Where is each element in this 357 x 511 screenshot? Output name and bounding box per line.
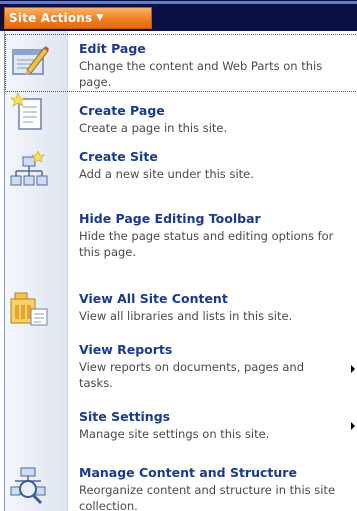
menu-item-description: Reorganize content and structure in this… [79, 483, 336, 511]
menu-item-description: Manage site settings on this site. [79, 427, 270, 441]
chevron-right-icon [351, 365, 355, 373]
create-site-icon [9, 150, 49, 191]
site-actions-label: Site Actions [9, 11, 93, 25]
menu-item-description: Hide the page status and editing options… [79, 229, 334, 259]
menu-item-description: View reports on documents, pages and tas… [79, 360, 305, 390]
menu-item-title: Create Site [79, 149, 158, 164]
menu-item-site-settings[interactable]: Site Settings Manage site settings on th… [5, 405, 357, 449]
menu-item-create-page[interactable]: Create Page Create a page in this site. [5, 92, 357, 147]
top-accent-strip [0, 1, 357, 4]
menu-item-title: Edit Page [79, 41, 146, 56]
menu-item-create-site[interactable]: Create Site Add a new site under this si… [5, 147, 357, 205]
view-all-content-icon [9, 289, 49, 329]
menu-item-description: Create a page in this site. [79, 121, 228, 135]
manage-content-icon [9, 465, 49, 505]
chevron-right-icon [351, 422, 355, 430]
menu-item-edit-page[interactable]: Edit Page Change the content and Web Par… [5, 34, 357, 92]
site-actions-button[interactable]: Site Actions ▼ [4, 7, 152, 29]
edit-page-icon [9, 40, 49, 80]
menu-item-description: Change the content and Web Parts on this… [79, 59, 323, 89]
site-actions-menu: Edit Page Change the content and Web Par… [4, 31, 357, 511]
menu-item-hide-page-editing-toolbar[interactable]: Hide Page Editing Toolbar Hide the page … [5, 207, 357, 281]
menu-item-title: View All Site Content [79, 291, 228, 306]
chevron-down-icon: ▼ [96, 12, 104, 23]
menu-item-title: Hide Page Editing Toolbar [79, 211, 261, 226]
menu-item-title: Manage Content and Structure [79, 465, 297, 480]
menu-item-title: View Reports [79, 342, 173, 357]
menu-item-view-reports[interactable]: View Reports View reports on documents, … [5, 337, 357, 401]
menu-item-title: Create Page [79, 103, 165, 118]
menu-item-title: Site Settings [79, 409, 171, 424]
menu-item-description: Add a new site under this site. [79, 167, 254, 181]
top-bar: Site Actions ▼ [0, 0, 357, 31]
create-page-icon [9, 92, 49, 133]
menu-item-description: View all libraries and lists in this sit… [79, 309, 293, 323]
menu-item-view-all-site-content[interactable]: View All Site Content View all libraries… [5, 285, 357, 335]
menu-item-manage-content-and-structure[interactable]: Manage Content and Structure Reorganize … [5, 455, 357, 511]
